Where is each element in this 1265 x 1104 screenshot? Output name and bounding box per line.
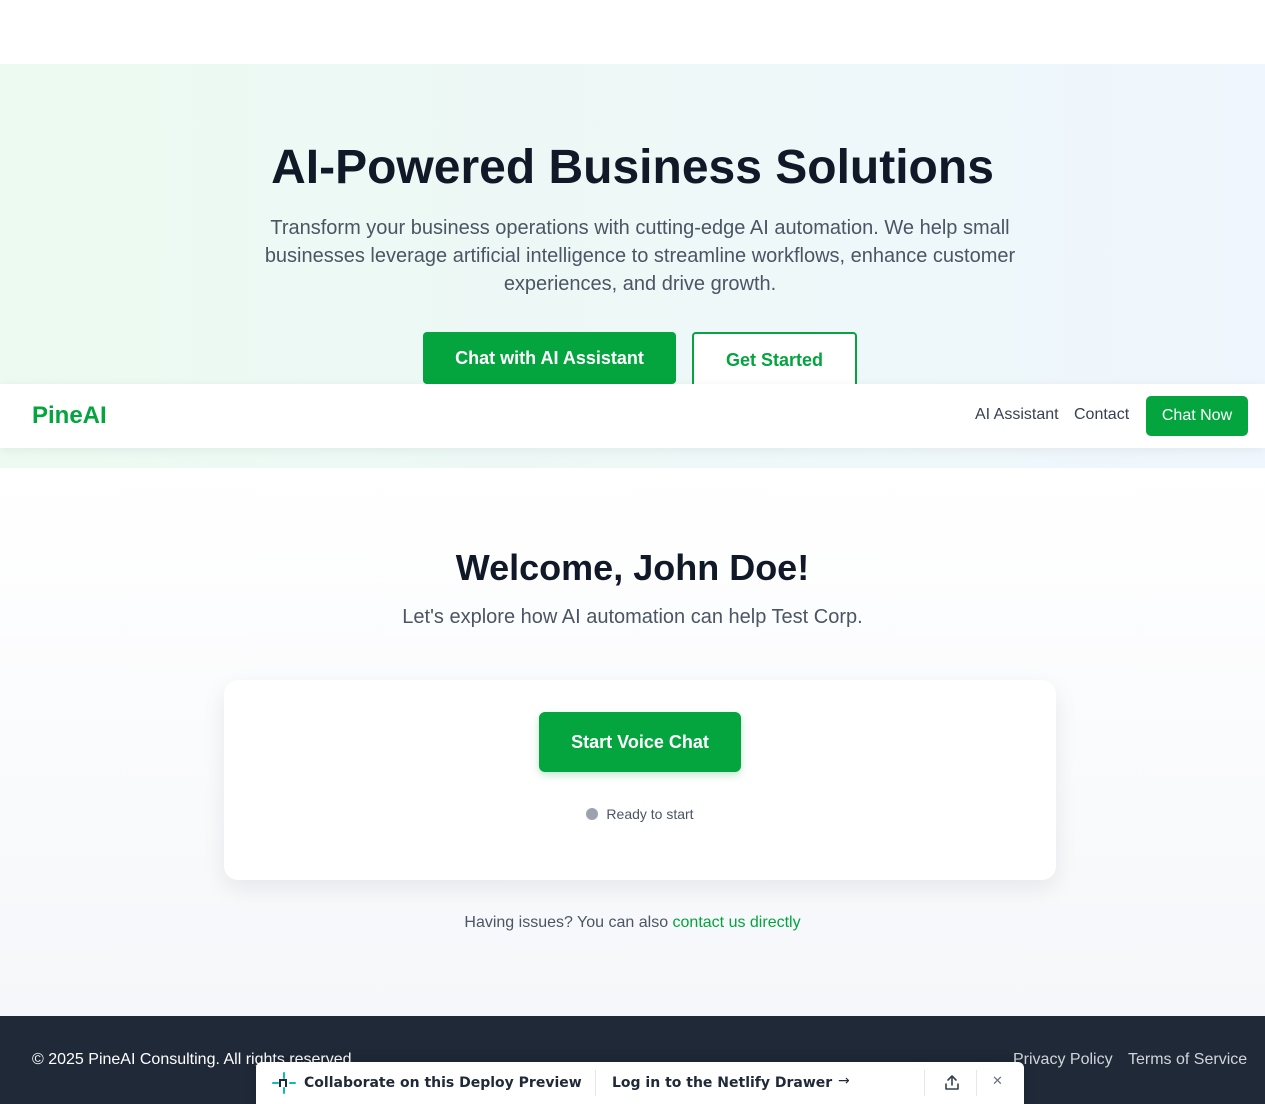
nav-link-ai-assistant[interactable]: AI Assistant	[975, 406, 1059, 424]
collaborate-deploy-preview-button[interactable]: Collaborate on this Deploy Preview	[304, 1075, 582, 1091]
welcome-heading: Welcome, John Doe!	[455, 547, 810, 588]
terms-of-service-link[interactable]: Terms of Service	[1128, 1051, 1247, 1069]
status-dot-icon	[586, 808, 599, 820]
hero-title: AI-Powered Business Solutions	[271, 141, 994, 194]
drawer-divider	[595, 1070, 596, 1096]
chat-now-button[interactable]: Chat Now	[1146, 396, 1248, 436]
netlify-logo-icon	[272, 1072, 296, 1094]
get-started-button[interactable]: Get Started	[692, 332, 857, 388]
voice-chat-card: Start Voice Chat Ready to start	[224, 680, 1056, 880]
share-icon[interactable]	[942, 1073, 962, 1093]
status-indicator: Ready to start	[224, 806, 1056, 822]
arrow-right-icon: →	[838, 1073, 850, 1089]
chat-with-ai-button[interactable]: Chat with AI Assistant	[423, 332, 676, 384]
drawer-divider	[924, 1070, 925, 1096]
netlify-login-link[interactable]: Log in to the Netlify Drawer	[612, 1075, 832, 1091]
hero-subtitle: Transform your business operations with …	[264, 217, 1016, 295]
main-section: Welcome, John Doe! Let's explore how AI …	[0, 468, 1265, 1016]
start-voice-chat-button[interactable]: Start Voice Chat	[539, 712, 741, 772]
status-text: Ready to start	[606, 806, 694, 822]
navbar: PineAI AI Assistant Contact Chat Now	[0, 384, 1265, 448]
issues-prefix: Having issues? You can also	[464, 914, 673, 931]
netlify-drawer: Collaborate on this Deploy Preview Log i…	[256, 1062, 1024, 1104]
contact-us-link[interactable]: contact us directly	[673, 914, 801, 931]
issues-text: Having issues? You can also contact us d…	[0, 914, 1265, 932]
nav-link-contact[interactable]: Contact	[1074, 406, 1129, 424]
logo[interactable]: PineAI	[32, 402, 107, 430]
privacy-policy-link[interactable]: Privacy Policy	[1013, 1051, 1113, 1069]
close-icon[interactable]: ✕	[992, 1074, 1003, 1089]
drawer-divider	[976, 1070, 977, 1096]
welcome-subtitle: Let's explore how AI automation can help…	[402, 606, 863, 628]
